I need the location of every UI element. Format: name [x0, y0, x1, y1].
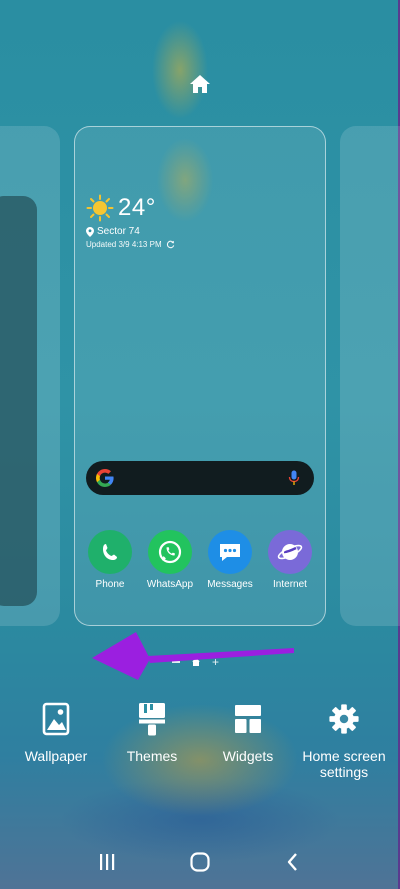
next-page-preview[interactable] — [340, 126, 400, 626]
app-label-messages: Messages — [207, 579, 253, 590]
weather-updated-time: Updated 3/9 4:13 PM — [86, 240, 162, 249]
wallpaper-label: Wallpaper — [24, 748, 88, 764]
mic-icon[interactable] — [288, 470, 300, 486]
temperature: 24° — [118, 194, 156, 221]
widgets-icon — [235, 705, 261, 733]
internet-icon — [268, 530, 312, 574]
refresh-icon[interactable] — [166, 240, 175, 249]
app-messages[interactable]: Messages — [206, 530, 254, 590]
home-edit-menu: Wallpaper Themes Widgets Home screen set… — [0, 700, 400, 780]
sun-icon — [86, 194, 114, 222]
widgets-button[interactable]: Widgets — [202, 700, 294, 780]
back-icon — [288, 853, 298, 871]
weather-location: Sector 74 — [97, 226, 140, 237]
recent-apps-icon — [99, 854, 114, 870]
whatsapp-icon — [148, 530, 192, 574]
back-button[interactable] — [273, 842, 313, 882]
app-row: Phone WhatsApp Messages Internet — [86, 530, 314, 590]
widgets-label: Widgets — [222, 748, 274, 764]
app-internet[interactable]: Internet — [266, 530, 314, 590]
navigation-bar — [0, 835, 400, 889]
home-screen-settings-button[interactable]: Home screen settings — [298, 700, 390, 780]
wallpaper-icon — [42, 702, 70, 736]
google-search-bar[interactable] — [86, 461, 314, 495]
home-screen-settings-label: Home screen settings — [302, 748, 386, 780]
home-page-icon[interactable] — [188, 72, 212, 96]
app-label-internet: Internet — [273, 579, 307, 590]
app-whatsapp[interactable]: WhatsApp — [146, 530, 194, 590]
google-g-icon — [96, 469, 114, 487]
location-pin-icon — [86, 226, 94, 237]
home-button[interactable] — [180, 842, 220, 882]
previous-page-widget — [0, 196, 37, 606]
gear-icon — [329, 704, 359, 734]
wallpaper-button[interactable]: Wallpaper — [10, 700, 102, 780]
app-label-whatsapp: WhatsApp — [146, 579, 194, 590]
swipe-left-arrow-icon — [92, 632, 294, 680]
themes-label: Themes — [126, 748, 178, 764]
home-nav-icon — [190, 852, 210, 872]
recent-apps-button[interactable] — [87, 842, 127, 882]
phone-icon — [88, 530, 132, 574]
messages-icon — [208, 530, 252, 574]
paintbrush-icon — [139, 703, 165, 736]
app-phone[interactable]: Phone — [86, 530, 134, 590]
weather-widget[interactable]: 24° Sector 74 Updated 3/9 4:13 PM — [86, 194, 175, 249]
app-label-phone: Phone — [95, 579, 125, 590]
themes-button[interactable]: Themes — [106, 700, 198, 780]
